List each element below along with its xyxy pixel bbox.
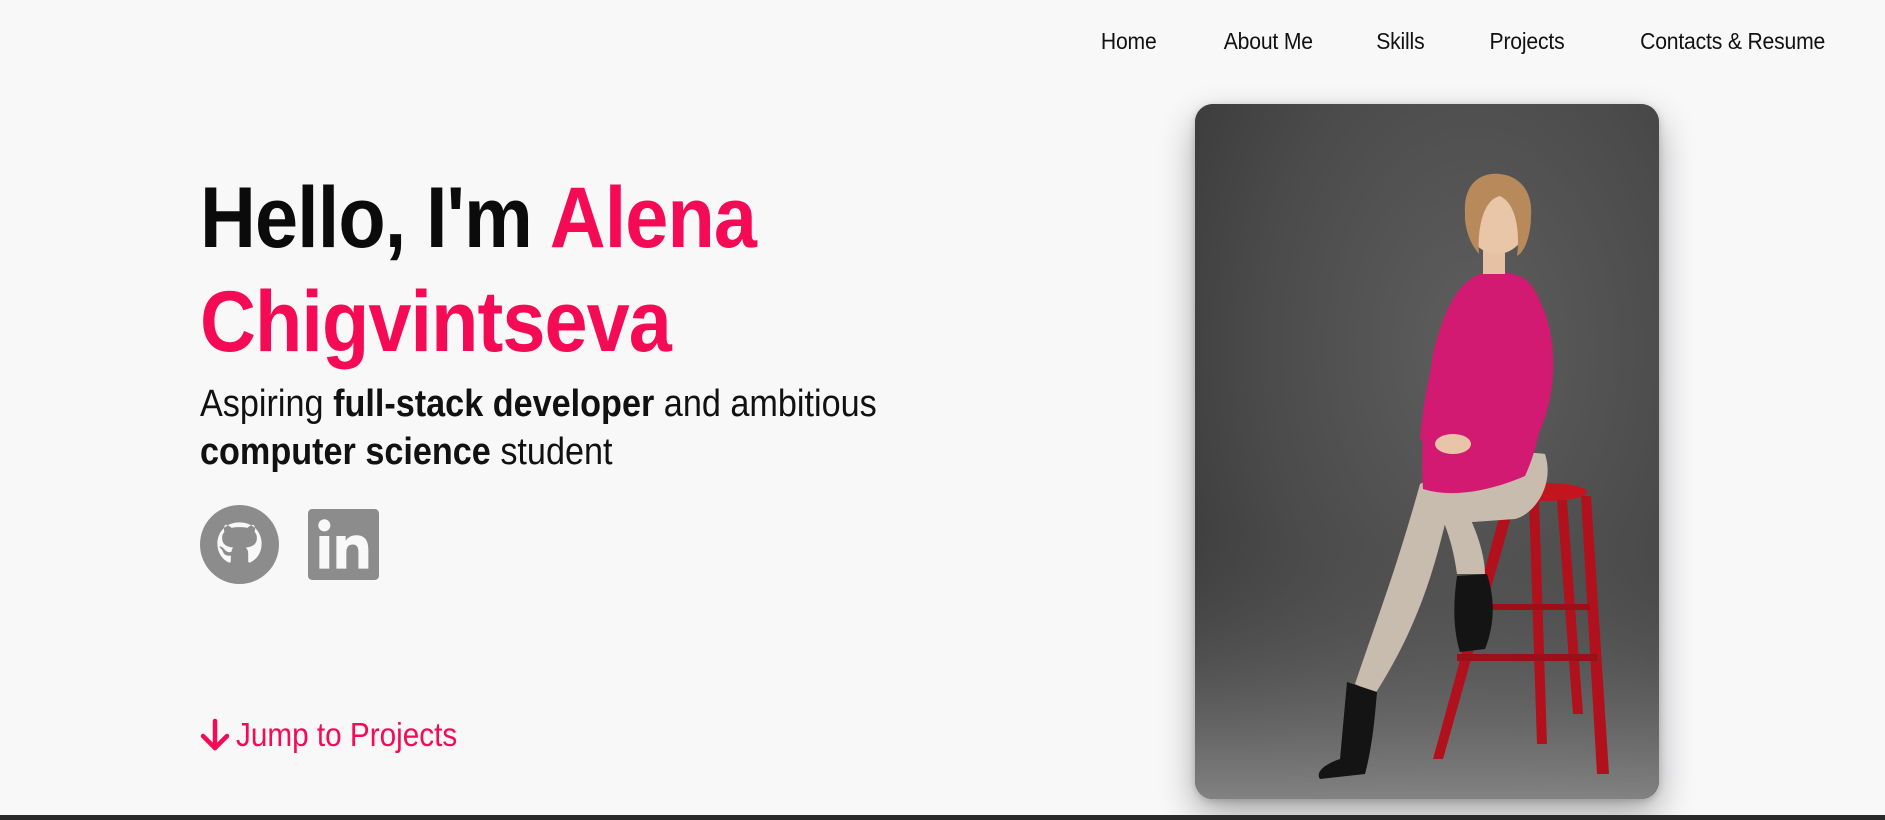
bottom-bar [0,815,1885,820]
nav-skills[interactable]: Skills [1376,28,1424,55]
nav-about-me[interactable]: About Me [1224,28,1313,55]
subtitle-bold1: full-stack developer [333,383,655,425]
nav-contacts-resume[interactable]: Contacts & Resume [1640,28,1825,55]
social-links [200,505,379,584]
hero-section: Hello, I'm Alena Chigvintseva Aspiring f… [200,166,960,476]
linkedin-icon[interactable] [308,509,379,580]
hero-subtitle: Aspiring full-stack developer and ambiti… [200,380,902,476]
nav-projects[interactable]: Projects [1490,28,1565,55]
arrow-down-icon [200,718,230,751]
subtitle-part3: student [500,431,613,473]
top-nav: Home About Me Skills Projects Contacts &… [1037,28,1825,55]
profile-photo [1195,104,1659,799]
jump-label: Jump to Projects [236,716,458,753]
jump-to-projects-link[interactable]: Jump to Projects [200,716,482,754]
subtitle-part1: Aspiring [200,383,324,425]
subtitle-bold2: computer science [200,431,491,473]
github-icon[interactable] [200,505,279,584]
nav-home[interactable]: Home [1101,28,1157,55]
subtitle-part2: and ambitious [663,383,877,425]
hero-title: Hello, I'm Alena Chigvintseva [200,166,938,374]
hero-greeting: Hello, I'm [200,170,533,266]
